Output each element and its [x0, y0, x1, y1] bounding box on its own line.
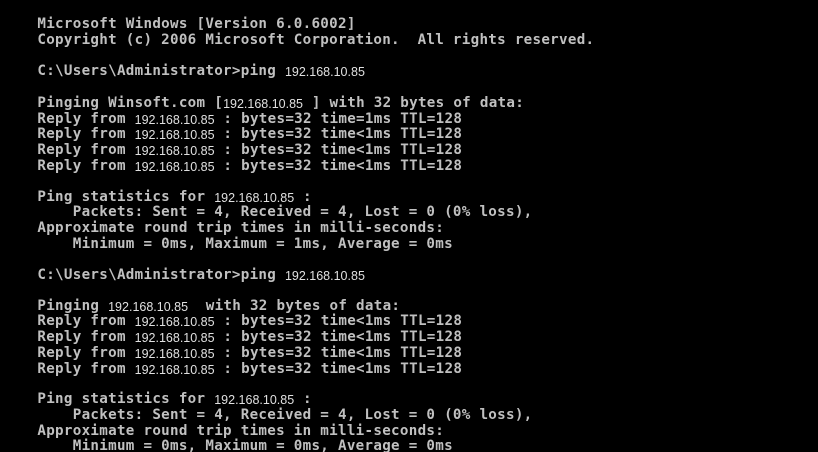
minmax-line: Minimum = 0ms, Maximum = 0ms, Average = …: [2, 422, 453, 452]
reply-line: Reply from 192.168.10.85 : bytes=32 time…: [2, 142, 462, 174]
copyright-line: Copyright (c) 2006 Microsoft Corporation…: [2, 16, 594, 48]
ip-address: 192.168.10.85: [284, 269, 365, 283]
pinging-line: Pinging 192.168.10.85 with 32 bytes of d…: [2, 282, 400, 314]
stats-header-line: Ping statistics for 192.168.10.85 :: [2, 173, 312, 205]
reply-line: Reply from 192.168.10.85 : bytes=32 time…: [2, 313, 462, 345]
command-prompt-window[interactable]: Microsoft Windows [Version 6.0.6002] Cop…: [0, 0, 818, 452]
reply-line: Reply from 192.168.10.85 : bytes=32 time…: [2, 345, 462, 377]
prompt-text: C:\Users\Administrator>ping: [37, 267, 285, 283]
reply-line: Reply from 192.168.10.85 : bytes=32 time…: [2, 329, 462, 361]
reply-line: Reply from 192.168.10.85 : bytes=32 time…: [2, 297, 462, 329]
reply-prefix: Reply from: [37, 158, 135, 174]
command-line: C:\Users\Administrator>ping 192.168.10.8…: [2, 47, 365, 79]
ip-address: 192.168.10.85: [134, 160, 215, 174]
minmax-line: Minimum = 0ms, Maximum = 1ms, Average = …: [2, 220, 453, 252]
ip-address: 192.168.10.85: [284, 65, 365, 79]
copyright-text: Copyright (c) 2006 Microsoft Corporation…: [37, 32, 595, 48]
reply-line: Reply from 192.168.10.85 : bytes=32 time…: [2, 95, 462, 127]
packets-line: Packets: Sent = 4, Received = 4, Lost = …: [2, 391, 533, 423]
packets-line: Packets: Sent = 4, Received = 4, Lost = …: [2, 188, 533, 220]
version-line: Microsoft Windows [Version 6.0.6002]: [2, 0, 356, 32]
reply-line: Reply from 192.168.10.85 : bytes=32 time…: [2, 126, 462, 158]
reply-line: Reply from 192.168.10.85 : bytes=32 time…: [2, 110, 462, 142]
prompt-text: C:\Users\Administrator>ping: [37, 63, 285, 79]
approx-line: Approximate round trip times in milli-se…: [2, 407, 444, 439]
approx-line: Approximate round trip times in milli-se…: [2, 204, 444, 236]
pinging-line: Pinging Winsoft.com [192.168.10.85 ] wit…: [2, 79, 524, 111]
minmax-text: Minimum = 0ms, Maximum = 0ms, Average = …: [37, 438, 453, 452]
stats-header-line: Ping statistics for 192.168.10.85 :: [2, 375, 312, 407]
command-line: C:\Users\Administrator>ping 192.168.10.8…: [2, 251, 365, 283]
reply-suffix: : bytes=32 time<1ms TTL=128: [214, 158, 463, 174]
minmax-text: Minimum = 0ms, Maximum = 1ms, Average = …: [37, 236, 453, 252]
